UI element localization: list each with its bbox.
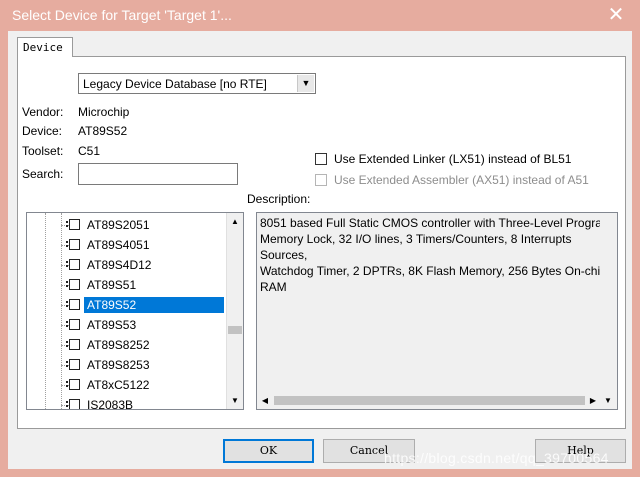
scroll-left-icon[interactable]: ◀ — [257, 392, 273, 409]
device-value: AT89S52 — [78, 124, 128, 138]
tree-item-label: AT89S2051 — [87, 218, 150, 232]
tree-item[interactable]: AT89S53 — [27, 315, 227, 335]
device-tree[interactable]: AT89S2051 AT89S4051 AT89S4D12 AT89S51 AT89S5… — [26, 212, 244, 410]
tree-item-label: AT89S8253 — [87, 358, 150, 372]
window-title: Select Device for Target 'Target 1'... — [12, 7, 232, 23]
chip-icon — [66, 319, 80, 330]
tree-item[interactable]: AT89S8252 — [27, 335, 227, 355]
device-label: Device: — [22, 124, 63, 138]
search-label: Search: — [22, 167, 64, 181]
description-vertical-scrollbar[interactable]: ▼ — [600, 213, 617, 409]
tree-item-label: IS2083B — [87, 398, 134, 410]
chip-icon — [66, 379, 80, 390]
chip-icon — [66, 239, 80, 250]
tree-item-label: AT89S53 — [87, 318, 137, 332]
dialog-body: Device Legacy Device Database [no RTE] ▼… — [8, 31, 632, 469]
description-scroll-thumb[interactable] — [274, 396, 585, 405]
tree-item[interactable]: AT89S4051 — [27, 235, 227, 255]
chip-icon — [66, 359, 80, 370]
tree-item[interactable]: AT89S4D12 — [27, 255, 227, 275]
tree-item[interactable]: AT89S8253 — [27, 355, 227, 375]
description-box: 8051 based Full Static CMOS controller w… — [256, 212, 618, 410]
tree-item-label: AT89S4D12 — [87, 258, 152, 272]
toolset-label: Toolset: — [22, 144, 64, 158]
chip-icon — [66, 399, 80, 409]
extended-linker-label[interactable]: Use Extended Linker (LX51) instead of BL… — [334, 152, 571, 166]
extended-linker-checkbox[interactable] — [315, 153, 327, 165]
chip-icon — [66, 299, 80, 310]
scroll-down-icon[interactable]: ▼ — [227, 392, 243, 409]
chip-icon — [66, 339, 80, 350]
tree-item[interactable]: IS2083B — [27, 395, 227, 410]
tab-device[interactable]: Device — [17, 37, 73, 57]
device-tab-panel: Legacy Device Database [no RTE] ▼ Vendor… — [17, 56, 626, 429]
vendor-value: Microchip — [78, 105, 130, 119]
tree-item[interactable]: AT89S51 — [27, 275, 227, 295]
tree-vertical-scrollbar[interactable]: ▲ ▼ — [226, 213, 243, 409]
tree-item[interactable]: AT89S2051 — [27, 215, 227, 235]
close-icon[interactable]: ✕ — [606, 4, 626, 26]
database-select-value: Legacy Device Database [no RTE] — [83, 77, 267, 91]
toolset-value: C51 — [78, 144, 101, 158]
title-bar: Select Device for Target 'Target 1'... ✕ — [0, 0, 640, 31]
chip-icon — [66, 259, 80, 270]
chip-icon — [66, 279, 80, 290]
ok-button[interactable]: OK — [223, 439, 314, 463]
extended-assembler-label: Use Extended Assembler (AX51) instead of… — [334, 173, 589, 187]
description-horizontal-scrollbar[interactable]: ◀ ▶ — [257, 392, 602, 409]
scroll-down-icon[interactable]: ▼ — [600, 392, 616, 409]
description-label: Description: — [247, 192, 311, 206]
extended-assembler-checkbox — [315, 174, 327, 186]
description-text: 8051 based Full Static CMOS controller w… — [260, 216, 612, 294]
scroll-up-icon[interactable]: ▲ — [227, 213, 243, 230]
scroll-right-icon[interactable]: ▶ — [585, 392, 601, 409]
tree-item-label: AT8xC5122 — [87, 378, 150, 392]
tree-item-label: AT89S4051 — [87, 238, 150, 252]
watermark-text: https://blog.csdn.net/qq_39700564 — [384, 450, 609, 466]
search-input[interactable] — [78, 163, 238, 185]
tree-item[interactable]: AT8xC5122 — [27, 375, 227, 395]
tree-item-label: AT89S8252 — [87, 338, 150, 352]
tree-item[interactable]: AT89S52 — [27, 295, 227, 315]
chevron-down-icon[interactable]: ▼ — [297, 75, 314, 92]
database-select[interactable]: Legacy Device Database [no RTE] ▼ — [78, 73, 316, 94]
tree-item-label: AT89S52 — [84, 297, 224, 313]
tree-item-label: AT89S51 — [87, 278, 137, 292]
chip-icon — [66, 219, 80, 230]
vendor-label: Vendor: — [22, 105, 64, 119]
tree-scroll-thumb[interactable] — [228, 326, 242, 334]
